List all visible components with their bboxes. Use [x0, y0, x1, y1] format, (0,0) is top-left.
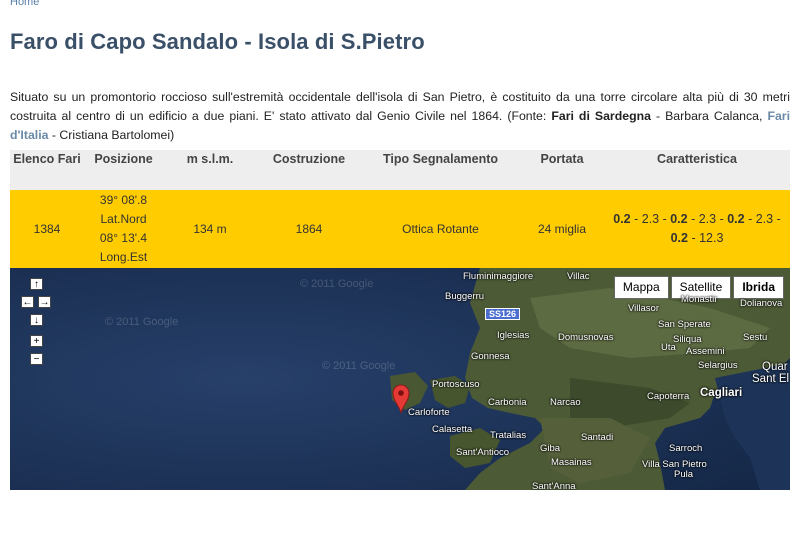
- map-place-label: Quar: [762, 361, 788, 373]
- map-place-label: Domusnovas: [558, 332, 614, 343]
- cell-posizione: 39° 08'.8 Lat.Nord 08° 13'.4 Long.Est: [84, 190, 163, 268]
- map-place-label-cagliari: Cagliari: [700, 387, 743, 399]
- map-place-label: Sarroch: [669, 443, 703, 454]
- map-place-label: Iglesias: [497, 330, 530, 341]
- map-place-label: Fluminimaggiore: [463, 271, 534, 282]
- header-costruzione: Costruzione: [257, 150, 361, 190]
- description-text: - Barbara Calanca,: [650, 109, 768, 123]
- header-portata: Portata: [520, 150, 604, 190]
- road-ss126: SS126: [485, 308, 521, 320]
- location-marker-icon[interactable]: [392, 384, 410, 414]
- car-eclipse: - 2.3 -: [630, 212, 671, 226]
- car-eclipse: - 2.3 -: [744, 212, 781, 226]
- car-flash: 0.2: [670, 212, 688, 226]
- map-place-label: Carbonia: [488, 397, 527, 408]
- cell-costruzione: 1864: [257, 190, 361, 268]
- map-place-label: Siliqua: [673, 334, 702, 345]
- table-row: 1384 39° 08'.8 Lat.Nord 08° 13'.4 Long.E…: [10, 190, 790, 268]
- car-flash: 0.2: [613, 212, 631, 226]
- header-caratteristica: Caratteristica: [604, 150, 790, 190]
- car-flash: 0.2: [670, 231, 688, 245]
- map-place-label: Sestu: [743, 332, 768, 343]
- position-lat: 39° 08'.8: [99, 193, 148, 207]
- map-place-label: Uta: [661, 342, 676, 353]
- map-place-label: Capoterra: [647, 391, 690, 402]
- position-long-label: Long.Est: [99, 250, 148, 264]
- position-long: 08° 13'.4: [99, 231, 148, 245]
- source-fari-sardegna: Fari di Sardegna: [551, 109, 651, 123]
- satellite-imagery: [10, 268, 790, 490]
- position-lat-label: Lat.Nord: [100, 212, 147, 226]
- map-place-label: Masainas: [551, 457, 592, 468]
- map-place-label: Carloforte: [408, 407, 450, 418]
- map-place-label: Narcao: [550, 397, 581, 408]
- map-place-label: Calasetta: [432, 424, 473, 435]
- map-place-label: Selargius: [698, 360, 738, 371]
- cell-altezza: 134 m: [163, 190, 257, 268]
- cell-caratteristica: 0.2 - 2.3 - 0.2 - 2.3 - 0.2 - 2.3 -0.2 -…: [604, 190, 790, 268]
- map-place-label: Giba: [540, 443, 561, 454]
- cell-portata: 24 miglia: [520, 190, 604, 268]
- map-type-mappa[interactable]: Mappa: [613, 276, 669, 299]
- map-place-label: Assemini: [686, 346, 725, 357]
- map-place-label: Sant'Anna: [532, 481, 576, 490]
- cell-tipo: Ottica Rotante: [361, 190, 520, 268]
- map-watermark: © 2011 Google: [322, 360, 396, 372]
- page-title: Faro di Capo Sandalo - Isola di S.Pietro: [10, 29, 425, 54]
- header-elenco: Elenco Fari: [10, 150, 84, 190]
- map-type-ibrida[interactable]: Ibrida: [733, 276, 784, 299]
- breadcrumb-home[interactable]: Home: [10, 0, 39, 8]
- map-watermark: © 2011 Google: [300, 278, 374, 290]
- map-place-label: Villasor: [628, 303, 659, 314]
- pan-down-button[interactable]: ↓: [30, 314, 43, 326]
- map-place-label: Buggerru: [445, 291, 485, 302]
- pan-right-button[interactable]: →: [38, 296, 51, 308]
- pan-left-button[interactable]: ←: [21, 296, 34, 308]
- car-eclipse: - 2.3 -: [687, 212, 728, 226]
- map-place-label: Villac: [567, 271, 590, 282]
- header-posizione: Posizione: [84, 150, 163, 190]
- zoom-out-button[interactable]: −: [30, 353, 43, 365]
- car-eclipse: - 12.3: [687, 231, 724, 245]
- map-place-label: Santadi: [581, 432, 614, 443]
- map-place-label: Sant El: [752, 373, 790, 385]
- map-place-label: Portoscuso: [432, 379, 480, 390]
- map-watermark: © 2011 Google: [105, 316, 179, 328]
- header-tipo: Tipo Segnalamento: [361, 150, 520, 190]
- map-place-label: Gonnesa: [471, 351, 510, 362]
- map-place-label: San Sperate: [658, 319, 711, 330]
- description: Situato su un promontorio roccioso sull'…: [10, 88, 790, 145]
- car-part: 0.2 - 2.3 - 0.2 - 2.3 - 0.2 - 2.3 -0.2 -…: [613, 212, 780, 245]
- zoom-in-button[interactable]: +: [30, 335, 43, 347]
- description-text: - Cristiana Bartolomei): [48, 128, 175, 142]
- map-place-label: Tratalias: [490, 430, 527, 441]
- pan-up-button[interactable]: ↑: [30, 278, 43, 290]
- map-viewport[interactable]: © 2011 Google © 2011 Google © 2011 Googl…: [10, 268, 790, 490]
- lighthouse-table: Elenco Fari Posizione m s.l.m. Costruzio…: [10, 150, 790, 268]
- table-header-row: Elenco Fari Posizione m s.l.m. Costruzio…: [10, 150, 790, 190]
- map-place-label: Sant'Antioco: [456, 447, 510, 458]
- header-altezza: m s.l.m.: [163, 150, 257, 190]
- map-place-label: Pula: [674, 469, 694, 480]
- cell-elenco: 1384: [10, 190, 84, 268]
- map-place-label: Dolianova: [740, 298, 783, 309]
- map-place-label: Monastir: [681, 294, 718, 305]
- car-flash: 0.2: [727, 212, 745, 226]
